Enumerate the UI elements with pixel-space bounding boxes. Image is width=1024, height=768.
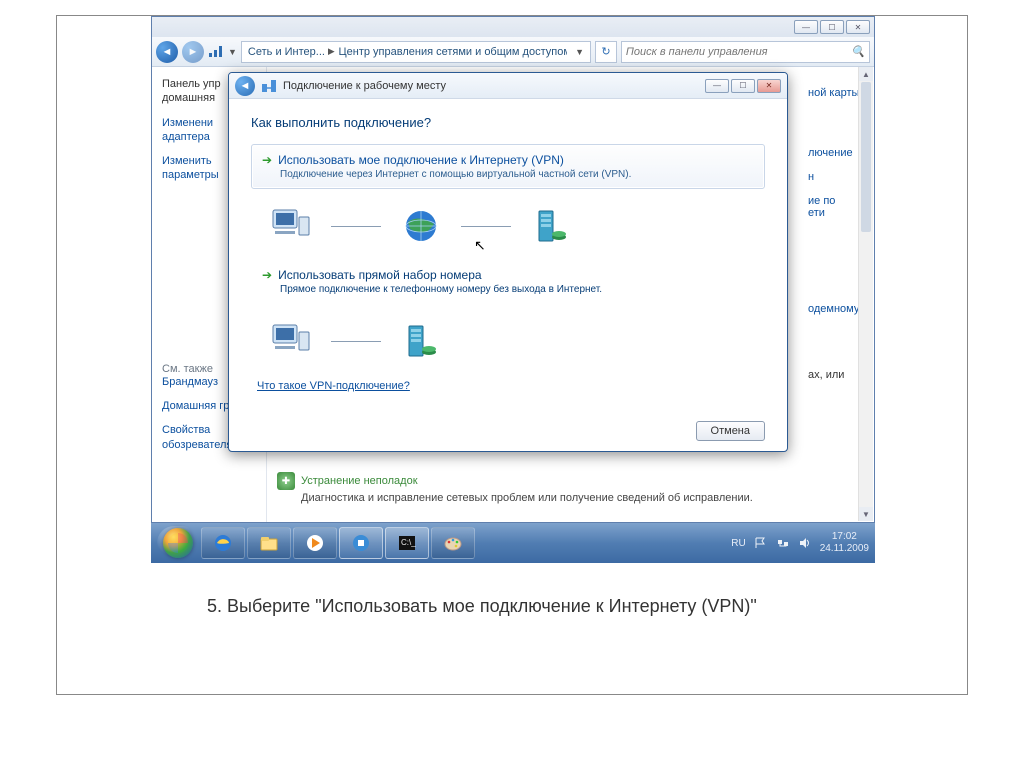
wizard-body: Как выполнить подключение? ➔ Использоват… [229,99,787,451]
computer-icon [269,207,313,245]
server-icon [399,322,443,360]
search-box[interactable]: 🔍 [621,41,870,63]
option-vpn-sub: Подключение через Интернет с помощью вир… [280,169,754,180]
explorer-scrollbar[interactable]: ▲ ▼ [858,67,873,521]
option-dialup-sub: Прямое подключение к телефонному номеру … [280,284,754,295]
tray-lang[interactable]: RU [731,538,745,549]
scroll-up-icon[interactable]: ▲ [859,67,873,81]
maximize-button[interactable]: ☐ [820,20,844,34]
taskbar-ie[interactable] [201,527,245,559]
system-tray: RU 17:02 24.11.2009 [731,531,869,555]
wizard-minimize-button[interactable]: — [705,79,729,93]
server-icon [529,207,573,245]
tray-date: 24.11.2009 [820,543,869,555]
windows-orb-icon [163,528,193,558]
taskbar-cmd[interactable]: C:\_ [385,527,429,559]
tray-volume-icon[interactable] [798,536,812,550]
explorer-navbar: ◄ ► ▼ Сеть и Интер... ▶ Центр управления… [152,37,874,67]
breadcrumb-part-1[interactable]: Сеть и Интер... [248,46,324,58]
scroll-thumb[interactable] [861,82,871,232]
wizard-heading: Как выполнить подключение? [251,115,765,130]
tray-clock[interactable]: 17:02 24.11.2009 [820,531,869,555]
network-icon [208,44,224,60]
connect-workplace-dialog: ◄ Подключение к рабочему месту — ☐ ✕ Как… [228,72,788,452]
taskbar-paint[interactable] [431,527,475,559]
search-icon: 🔍 [851,45,865,58]
scroll-down-icon[interactable]: ▼ [859,507,873,521]
svg-text:C:\_: C:\_ [401,538,416,547]
explorer-titlebar: — ☐ ✕ [152,17,874,37]
troubleshoot-block[interactable]: ✚ Устранение неполадок Диагностика и исп… [277,472,864,504]
troubleshoot-title: Устранение неполадок [301,475,418,487]
refresh-button[interactable]: ↻ [595,41,617,63]
wizard-title: Подключение к рабочему месту [283,80,699,92]
nav-back-button[interactable]: ◄ [156,41,178,63]
page-frame: — ☐ ✕ ◄ ► ▼ Сеть и Интер... ▶ Центр упра… [56,15,968,695]
taskbar: C:\_ RU 17:02 24.11.2009 [151,523,875,563]
troubleshoot-icon: ✚ [277,472,295,490]
connection-line-icon [461,226,511,227]
troubleshoot-sub: Диагностика и исправление сетевых пробле… [277,492,864,504]
desktop-area: — ☐ ✕ ◄ ► ▼ Сеть и Интер... ▶ Центр упра… [151,16,875,563]
option-vpn-title: Использовать мое подключение к Интернету… [278,153,564,167]
taskbar-explorer[interactable] [247,527,291,559]
wizard-back-button[interactable]: ◄ [235,76,255,96]
option-dialup[interactable]: ➔ Использовать прямой набор номера Прямо… [251,259,765,304]
connection-line-icon [331,341,381,342]
search-input[interactable] [626,46,851,58]
tray-time: 17:02 [820,531,869,543]
wizard-close-button[interactable]: ✕ [757,79,781,93]
vpn-help-link[interactable]: Что такое VPN-подключение? [257,380,765,392]
globe-icon [399,207,443,245]
wizard-maximize-button[interactable]: ☐ [731,79,755,93]
instruction-caption: 5. Выберите "Использовать мое подключени… [207,596,757,617]
connection-line-icon [331,226,381,227]
dialup-diagram [269,322,765,360]
arrow-right-icon: ➔ [262,153,272,167]
option-vpn[interactable]: ➔ Использовать мое подключение к Интерне… [251,144,765,189]
wizard-titlebar: ◄ Подключение к рабочему месту — ☐ ✕ [229,73,787,99]
breadcrumb-part-2[interactable]: Центр управления сетями и общим доступом [339,46,568,58]
option-dialup-title: Использовать прямой набор номера [278,268,481,282]
tray-flag-icon[interactable] [754,536,768,550]
nav-forward-button[interactable]: ► [182,41,204,63]
breadcrumb-arrow-icon: ▶ [328,46,335,57]
wizard-footer: Отмена [251,411,765,441]
minimize-button[interactable]: — [794,20,818,34]
computer-icon [269,322,313,360]
start-button[interactable] [157,526,199,560]
close-button[interactable]: ✕ [846,20,870,34]
wizard-icon [261,78,277,94]
taskbar-controlpanel[interactable] [339,527,383,559]
vpn-diagram [269,207,765,245]
arrow-right-icon: ➔ [262,268,272,282]
tray-network-icon[interactable] [776,536,790,550]
breadcrumb-bar[interactable]: Сеть и Интер... ▶ Центр управления сетям… [241,41,591,63]
taskbar-wmp[interactable] [293,527,337,559]
cancel-button[interactable]: Отмена [696,421,765,441]
